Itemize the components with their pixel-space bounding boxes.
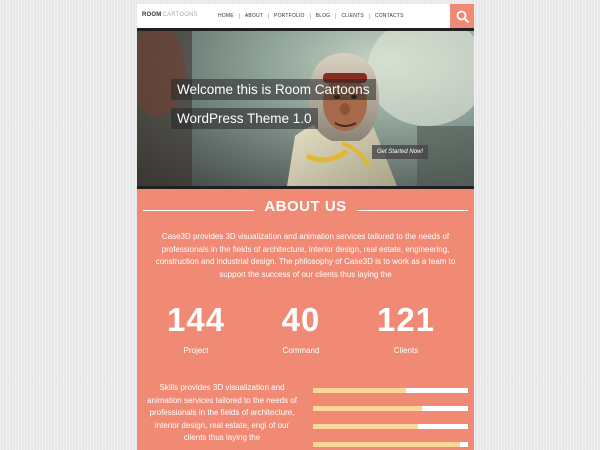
stat-value: 40 [281, 301, 321, 338]
stat-label: Command [282, 346, 320, 355]
stat-value: 121 [376, 301, 436, 338]
about-heading: ABOUT US [137, 198, 474, 216]
skill-bar-track [313, 406, 468, 411]
hero-title-line-1: Welcome this is Room Cartoons [171, 79, 376, 100]
nav-blog[interactable]: BLOG [311, 13, 336, 19]
skill-bar-track [313, 388, 468, 393]
skill-bar-fill [313, 442, 460, 447]
search-button[interactable] [450, 4, 474, 28]
skill-bar-fill [313, 388, 406, 393]
get-started-button[interactable]: Get Started Now! [372, 145, 429, 159]
hero-banner: Welcome this is Room Cartoons WordPress … [137, 28, 474, 189]
site-header: ROOMCARTOONS HOME ABOUT PORTFOLIO BLOG C… [137, 4, 474, 28]
nav-portfolio[interactable]: PORTFOLIO [269, 13, 310, 19]
nav-home[interactable]: HOME [213, 13, 239, 19]
skill-bar-track [313, 442, 468, 447]
page: ROOMCARTOONS HOME ABOUT PORTFOLIO BLOG C… [137, 4, 474, 450]
skill-bar-row [313, 380, 468, 398]
logo-cartoons: CARTOONS [162, 12, 198, 18]
skill-bar-row [313, 434, 468, 450]
hero-title-line-2: WordPress Theme 1.0 [171, 108, 318, 129]
logo-room: ROOM [142, 12, 162, 18]
stat-projects: 144 Project [151, 301, 241, 356]
skill-bar-fill [313, 406, 422, 411]
about-title: ABOUT US [254, 198, 357, 215]
main-nav: HOME ABOUT PORTFOLIO BLOG CLIENTS CONTAC… [213, 13, 409, 19]
skill-bar-track [313, 424, 468, 429]
skill-bar-row [313, 416, 468, 434]
skill-bars [313, 380, 468, 450]
nav-clients[interactable]: CLIENTS [336, 13, 369, 19]
nav-contacts[interactable]: CONTACTS [370, 13, 409, 19]
stat-label: Clients [393, 346, 419, 355]
stat-command: 40 Command [256, 301, 346, 356]
search-icon [456, 10, 469, 23]
about-text: Case3D provides 3D visualization and ani… [155, 232, 456, 279]
stat-value: 144 [166, 301, 226, 338]
skill-bar-row [313, 398, 468, 416]
stat-clients: 121 Clients [361, 301, 451, 356]
stat-label: Project [183, 346, 209, 355]
skills-text: Skills provides 3D visualization and ani… [147, 383, 297, 442]
nav-about[interactable]: ABOUT [240, 13, 268, 19]
logo[interactable]: ROOMCARTOONS [142, 12, 198, 18]
skill-bar-fill [313, 424, 418, 429]
